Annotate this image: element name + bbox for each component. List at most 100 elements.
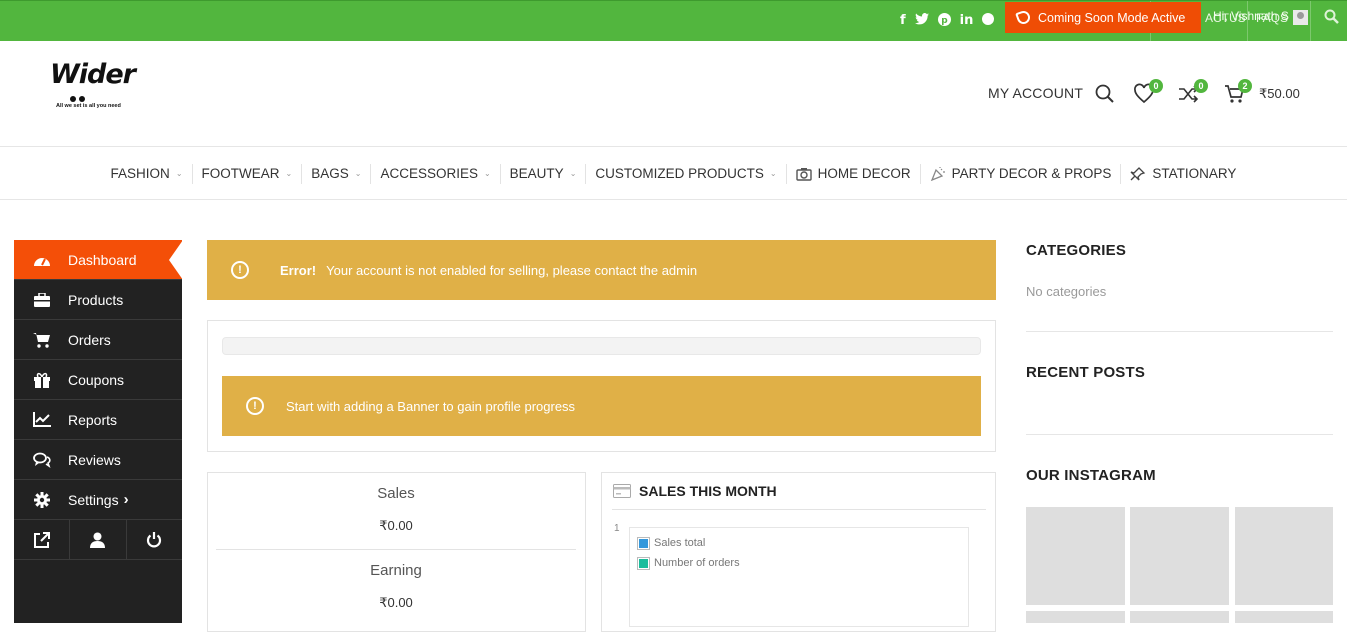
linkedin-icon[interactable]: in — [960, 13, 974, 31]
sidebar-quick-actions — [14, 520, 182, 560]
recent-posts-title: RECENT POSTS — [1026, 364, 1146, 381]
user-profile-icon[interactable] — [70, 520, 127, 559]
nav-label: ACCESSORIES — [380, 166, 478, 181]
messenger-icon[interactable] — [982, 13, 995, 31]
social-links: f p in — [900, 13, 995, 31]
site-header: Wider All we set is all you need MY ACCO… — [0, 41, 1347, 147]
user-avatar-icon[interactable] — [1293, 10, 1308, 25]
party-icon — [930, 166, 946, 181]
twitter-icon[interactable] — [914, 13, 929, 31]
external-link-icon[interactable] — [14, 520, 71, 559]
instagram-image[interactable] — [1235, 611, 1333, 623]
sales-label: Sales — [377, 485, 415, 502]
briefcase-icon — [33, 292, 51, 308]
sidebar-item-settings[interactable]: Settings › — [14, 480, 182, 520]
nav-item-customized-products[interactable]: CUSTOMIZED PRODUCTS ⌄ — [586, 163, 787, 184]
nav-item-footwear[interactable]: FOOTWEAR ⌄ — [193, 163, 303, 184]
nav-item-stationary[interactable]: STATIONARY — [1121, 164, 1245, 184]
profile-progress-text: Start with adding a Banner to gain profi… — [286, 398, 576, 414]
nav-label: HOME DECOR — [817, 166, 911, 181]
chevron-right-icon: › — [123, 491, 129, 508]
earning-label: Earning — [370, 562, 422, 579]
my-account-link[interactable]: MY ACCOUNT — [988, 85, 1083, 101]
legend-label: Sales total — [654, 537, 706, 549]
profile-progress-bar — [222, 337, 981, 355]
logo-cart-wheel — [70, 96, 76, 102]
categories-empty: No categories — [1026, 284, 1107, 299]
legend-number-of-orders[interactable]: Number of orders — [637, 556, 740, 570]
logo-tagline: All we set is all you need — [56, 103, 121, 109]
chart-icon — [33, 412, 51, 428]
site-logo[interactable]: Wider All we set is all you need — [50, 59, 150, 113]
camera-icon — [795, 167, 812, 181]
cart-icon — [33, 332, 51, 348]
instagram-image[interactable] — [1235, 507, 1333, 605]
sales-value: ₹0.00 — [379, 518, 413, 533]
nav-label: STATIONARY — [1152, 166, 1237, 181]
sidebar-item-coupons[interactable]: Coupons — [14, 360, 182, 400]
sales-this-month-title: SALES THIS MONTH — [639, 483, 777, 499]
chevron-down-icon: ⌄ — [569, 169, 577, 178]
comments-icon — [33, 452, 51, 468]
widget-divider — [1026, 434, 1333, 435]
compare-count-badge: 0 — [1194, 79, 1208, 93]
stats-divider — [216, 549, 576, 550]
nav-item-fashion[interactable]: FASHION ⌄ — [102, 163, 193, 184]
sidebar-item-reviews[interactable]: Reviews — [14, 440, 182, 480]
legend-swatch — [637, 556, 650, 570]
instagram-image[interactable] — [1026, 507, 1125, 605]
instagram-title: OUR INSTAGRAM — [1026, 467, 1156, 484]
header-search-icon[interactable] — [1094, 83, 1116, 105]
chevron-down-icon: ⌄ — [175, 169, 183, 178]
sidebar-item-orders[interactable]: Orders — [14, 320, 182, 360]
top-bar: f p in ACTUS FAQS Hi, Vishnath S Coming … — [0, 0, 1347, 42]
alert-exclamation-icon: ! — [246, 397, 264, 415]
alert-exclamation-icon: ! — [231, 261, 249, 279]
sidebar-item-label: Settings — [68, 491, 119, 508]
wishlist-count-badge: 0 — [1149, 79, 1163, 93]
sidebar-item-label: Products — [68, 291, 124, 308]
sidebar-item-reports[interactable]: Reports — [14, 400, 182, 440]
instagram-image[interactable] — [1026, 611, 1125, 623]
nav-item-bags[interactable]: BAGS ⌄ — [302, 163, 372, 184]
profile-progress-alert: ! Start with adding a Banner to gain pro… — [222, 376, 981, 436]
top-divider — [1310, 1, 1311, 42]
vendor-sidebar: Dashboard Products Orders Coupons Report… — [14, 240, 183, 623]
logout-power-icon[interactable] — [127, 520, 182, 559]
nav-label: FOOTWEAR — [201, 166, 280, 181]
pinterest-icon[interactable]: p — [937, 13, 951, 31]
error-alert-strong: Error! — [280, 262, 317, 278]
instagram-image[interactable] — [1130, 611, 1229, 623]
earning-value: ₹0.00 — [379, 595, 413, 610]
svg-text:p: p — [941, 16, 948, 26]
logo-text: Wider — [50, 59, 136, 90]
cart-total[interactable]: ₹50.00 — [1259, 86, 1300, 102]
categories-title: CATEGORIES — [1026, 242, 1127, 259]
legend-sales-total[interactable]: Sales total — [637, 536, 706, 550]
sidebar-item-label: Coupons — [68, 371, 125, 388]
user-greeting[interactable]: Hi, Vishnath S — [1213, 9, 1289, 23]
pin-icon — [1130, 166, 1146, 181]
sidebar-item-label: Reports — [68, 411, 118, 428]
main-navigation: FASHION ⌄ FOOTWEAR ⌄ BAGS ⌄ ACCESSORIES ⌄ BE… — [0, 148, 1347, 200]
sales-title-divider — [612, 509, 986, 510]
nav-item-accessories[interactable]: ACCESSORIES ⌄ — [371, 163, 501, 184]
sidebar-item-label: Dashboard — [68, 251, 137, 268]
credit-card-icon — [613, 484, 631, 503]
earning-stat: Earning ₹0.00 — [216, 562, 576, 611]
nav-item-beauty[interactable]: BEAUTY ⌄ — [501, 163, 587, 184]
chevron-down-icon: ⌄ — [285, 169, 293, 178]
instagram-image[interactable] — [1130, 507, 1229, 605]
facebook-icon[interactable]: f — [900, 13, 906, 31]
nav-label: PARTY DECOR & PROPS — [951, 166, 1112, 181]
gear-icon — [33, 491, 51, 508]
coming-soon-badge[interactable]: Coming Soon Mode Active — [1005, 2, 1201, 33]
error-alert: ! Error! Your account is not enabled for… — [207, 240, 996, 300]
nav-item-home-decor[interactable]: HOME DECOR — [787, 163, 921, 184]
sidebar-item-products[interactable]: Products — [14, 280, 182, 320]
search-icon[interactable] — [1324, 9, 1339, 24]
chevron-down-icon: ⌄ — [354, 169, 362, 178]
nav-item-party-decor[interactable]: PARTY DECOR & PROPS — [921, 163, 1122, 184]
sidebar-item-dashboard[interactable]: Dashboard — [14, 240, 183, 280]
nav-label: BEAUTY — [509, 166, 564, 181]
